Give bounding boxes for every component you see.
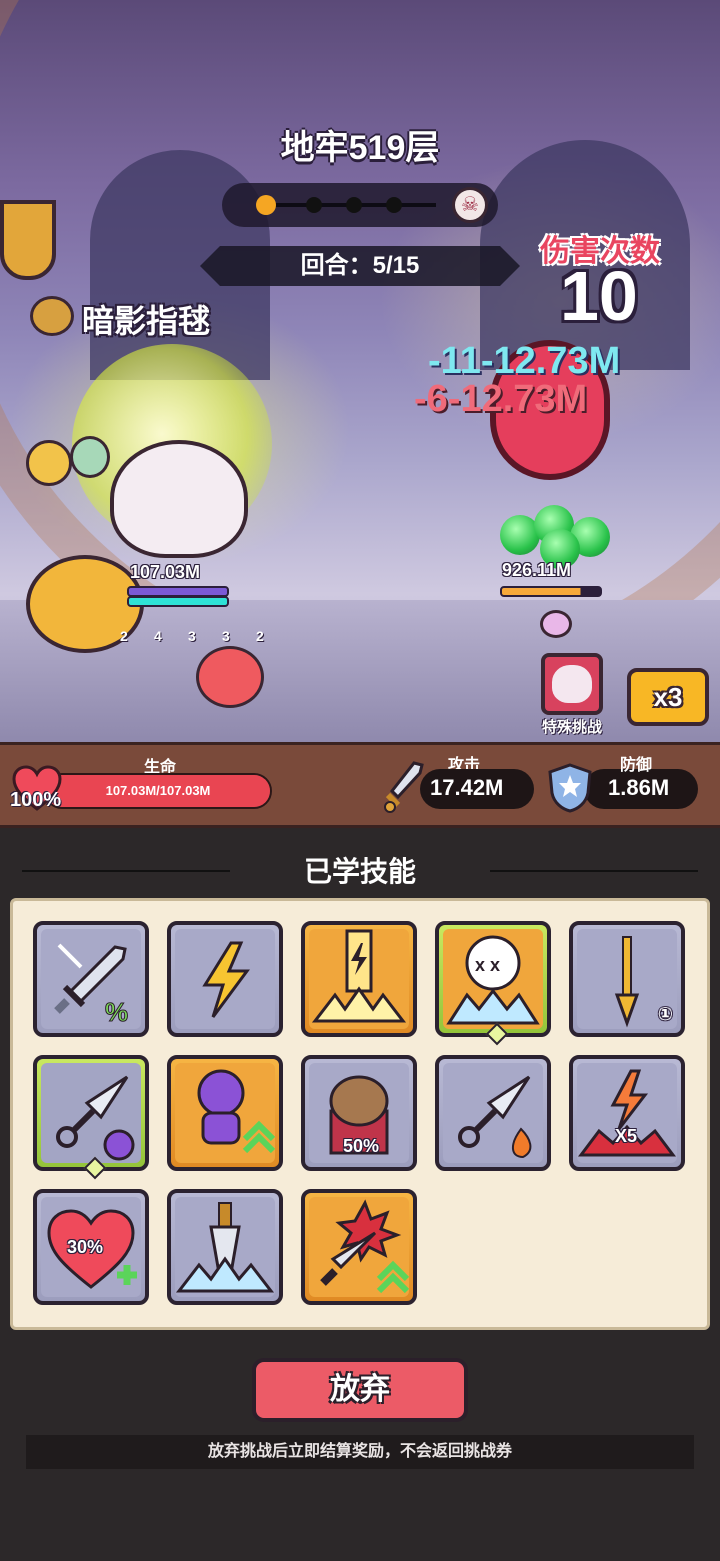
buff-stack: 4 — [154, 628, 162, 644]
skull-icon — [552, 665, 592, 703]
sword-burst-icon[interactable] — [301, 1189, 417, 1305]
buff-stack: 2 — [120, 628, 128, 644]
lightning-icon[interactable] — [167, 921, 283, 1037]
kunai-fire-icon[interactable] — [435, 1055, 551, 1171]
boss-skull-icon: ☠ — [452, 187, 488, 223]
enemy-minion — [540, 610, 572, 638]
stage-title: 地牢519层 — [280, 129, 440, 167]
capybara-icon[interactable]: 50% — [301, 1055, 417, 1171]
player-hp-text: 107.03M — [130, 562, 201, 582]
buff-stack: 3 — [188, 628, 196, 644]
speed-button[interactable]: x3 — [627, 668, 709, 726]
buff-stack: 2 — [256, 628, 264, 644]
progress-node — [306, 197, 322, 213]
stats-bar: 生命 107.03M/107.03M 100% 攻击 17.42M 防御 1.8… — [0, 742, 720, 828]
battle-scene: 地牢519层 ☠ 回合：5/15 伤害次数 10 -11-12.73M -6-1… — [0, 0, 720, 742]
voodoo-doll-icon[interactable] — [167, 1055, 283, 1171]
pet-beast — [70, 436, 110, 478]
skull-freeze-icon[interactable]: x x — [435, 921, 551, 1046]
enemy-hp-text: 926.11M — [502, 560, 572, 580]
svg-text:%: % — [105, 997, 128, 1027]
atk-value: 17.42M — [430, 775, 504, 800]
hp-value: 107.03M/107.03M — [105, 783, 211, 798]
artifact-name: 暗影指毬 — [82, 303, 211, 339]
sword-icon — [384, 761, 424, 813]
shield-icon — [548, 763, 592, 813]
buff-stack: 3 — [222, 628, 230, 644]
round-counter: 回合：5/15 — [300, 252, 420, 279]
player-hp-bar — [127, 596, 229, 607]
damage-popup: -6-12.73M — [414, 378, 588, 420]
special-challenge-label: 特殊挑战 — [541, 719, 602, 736]
give-up-button[interactable]: 放弃 — [252, 1358, 468, 1422]
damage-popup: -11-12.73M — [428, 340, 621, 382]
banner-shield-icon — [0, 200, 56, 280]
svg-text:x x: x x — [475, 955, 500, 975]
heart-heal-icon[interactable]: 30% — [33, 1189, 149, 1305]
def-title: 防御 — [620, 757, 653, 774]
progress-node — [346, 197, 362, 213]
player-king-minion — [196, 646, 264, 708]
hit-count-value: 10 — [560, 257, 638, 335]
lightning-strike-icon[interactable] — [301, 921, 417, 1037]
skills-panel-area: 已学技能 % x x ① 50% X5 30% 放弃 放弃挑战后立即结算奖励，不… — [0, 828, 720, 1561]
kunai-poison-icon[interactable] — [33, 1055, 149, 1180]
give-up-notice: 放弃挑战后立即结算奖励，不会返回挑战券 — [26, 1435, 694, 1469]
special-challenge-button[interactable] — [541, 653, 603, 715]
pet-dragon — [26, 440, 72, 486]
hp-percent: 100% — [10, 789, 62, 811]
artifact-icon — [30, 296, 74, 336]
skills-grid: % x x ① 50% X5 30% — [10, 898, 710, 1330]
ice-sword-icon[interactable] — [167, 1189, 283, 1305]
progress-node-current — [256, 195, 276, 215]
golden-spear-icon[interactable]: ① — [569, 921, 685, 1037]
player-unicorn — [110, 440, 248, 558]
lightning-x5-icon[interactable]: X5 — [569, 1055, 685, 1171]
enemy-slime — [500, 505, 620, 569]
skills-section-title: 已学技能 — [303, 856, 416, 887]
stage-progress: ☠ — [222, 183, 498, 227]
enemy-hp-bar — [500, 586, 602, 597]
sword-crit-icon[interactable]: % — [33, 921, 149, 1037]
def-value: 1.86M — [608, 775, 670, 800]
progress-node — [386, 197, 402, 213]
